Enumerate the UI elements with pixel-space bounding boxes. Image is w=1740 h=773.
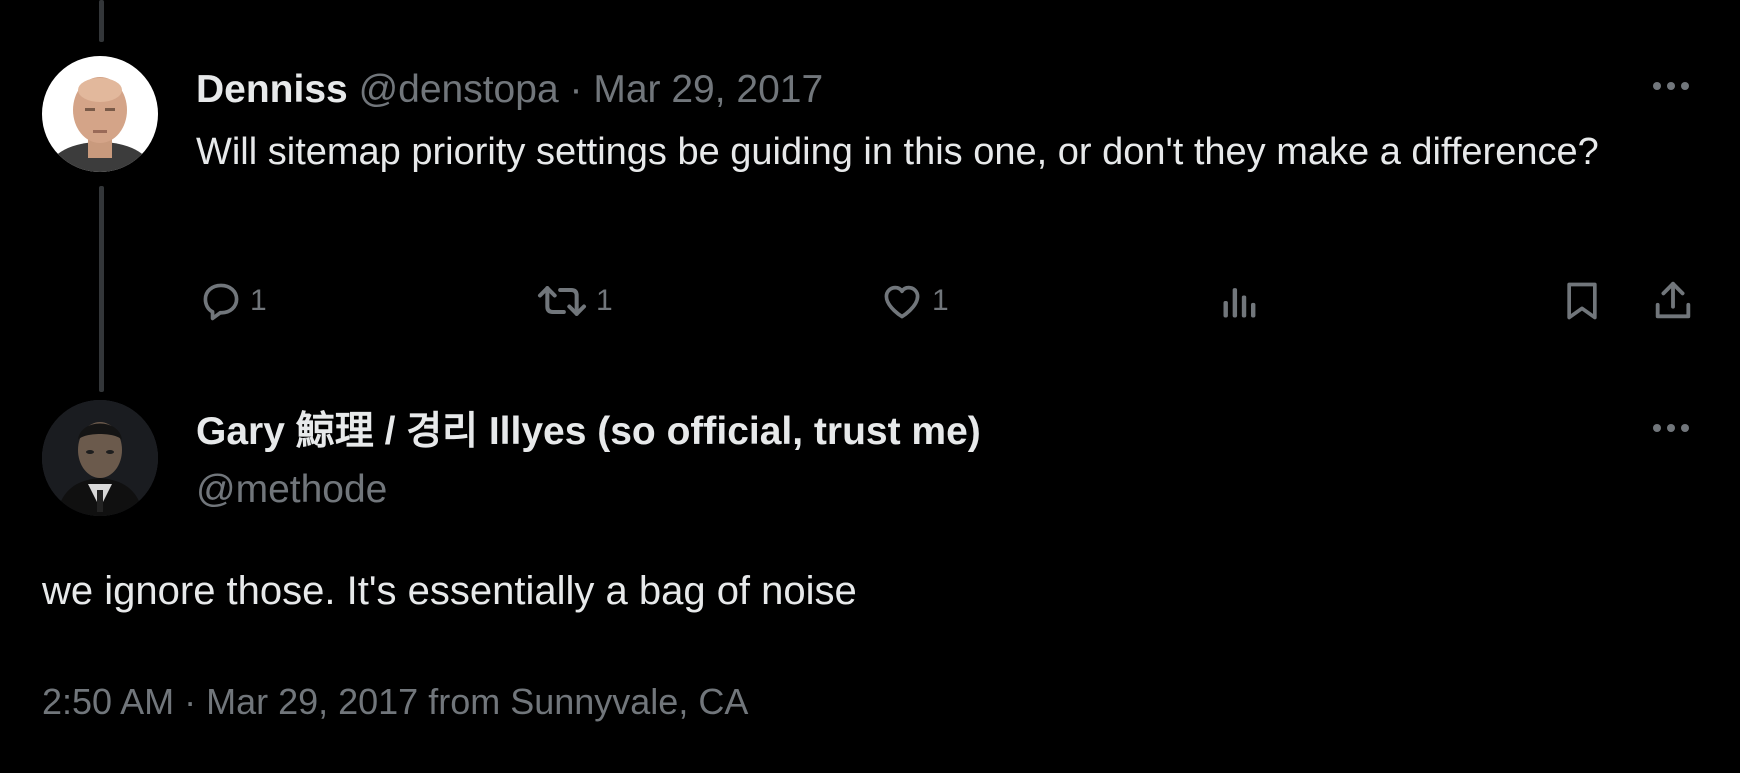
like-button[interactable]: 1 — [876, 276, 949, 326]
separator-dot: · — [569, 68, 583, 111]
more-button[interactable] — [1641, 66, 1701, 106]
reply-button[interactable]: 1 — [196, 276, 267, 326]
retweet-button[interactable]: 1 — [532, 276, 613, 326]
main-tweet-handle-line: @methode — [196, 470, 387, 509]
more-button[interactable] — [1641, 408, 1701, 448]
like-count: 1 — [932, 284, 949, 317]
handle[interactable]: @methode — [196, 468, 387, 511]
handle[interactable]: @denstopa — [359, 68, 559, 111]
tweet-text: Will sitemap priority settings be guidin… — [196, 131, 1599, 173]
retweet-count: 1 — [596, 284, 613, 317]
display-name[interactable]: Gary 鯨理 / 경리 Illyes (so official, trust … — [196, 410, 981, 453]
reply-count: 1 — [250, 284, 267, 317]
tweet-timestamp[interactable]: 2:50 AM · Mar 29, 2017 from Sunnyvale, C… — [42, 684, 748, 720]
heart-icon — [876, 279, 928, 323]
display-name[interactable]: Denniss — [196, 68, 348, 111]
tweet-text: we ignore those. It's essentially a bag … — [42, 569, 857, 613]
avatar-denniss[interactable] — [42, 56, 158, 172]
main-tweet-display-name-line: Gary 鯨理 / 경리 Illyes (so official, trust … — [196, 412, 981, 451]
share-icon — [1650, 278, 1696, 324]
share-button[interactable] — [1650, 276, 1696, 326]
thread-line-top — [99, 0, 104, 42]
more-horizontal-icon — [1651, 423, 1691, 433]
views-icon — [1218, 279, 1262, 323]
parent-tweet-header: Denniss @denstopa · Mar 29, 2017 — [196, 70, 823, 109]
bookmark-icon — [1560, 277, 1604, 325]
tweet-date[interactable]: Mar 29, 2017 — [593, 68, 823, 111]
more-horizontal-icon — [1651, 81, 1691, 91]
avatar-methode[interactable] — [42, 400, 158, 516]
views-button[interactable] — [1218, 276, 1262, 326]
retweet-icon — [532, 279, 592, 323]
thread-line-middle — [99, 186, 104, 392]
reply-icon — [196, 279, 246, 323]
bookmark-button[interactable] — [1560, 276, 1604, 326]
